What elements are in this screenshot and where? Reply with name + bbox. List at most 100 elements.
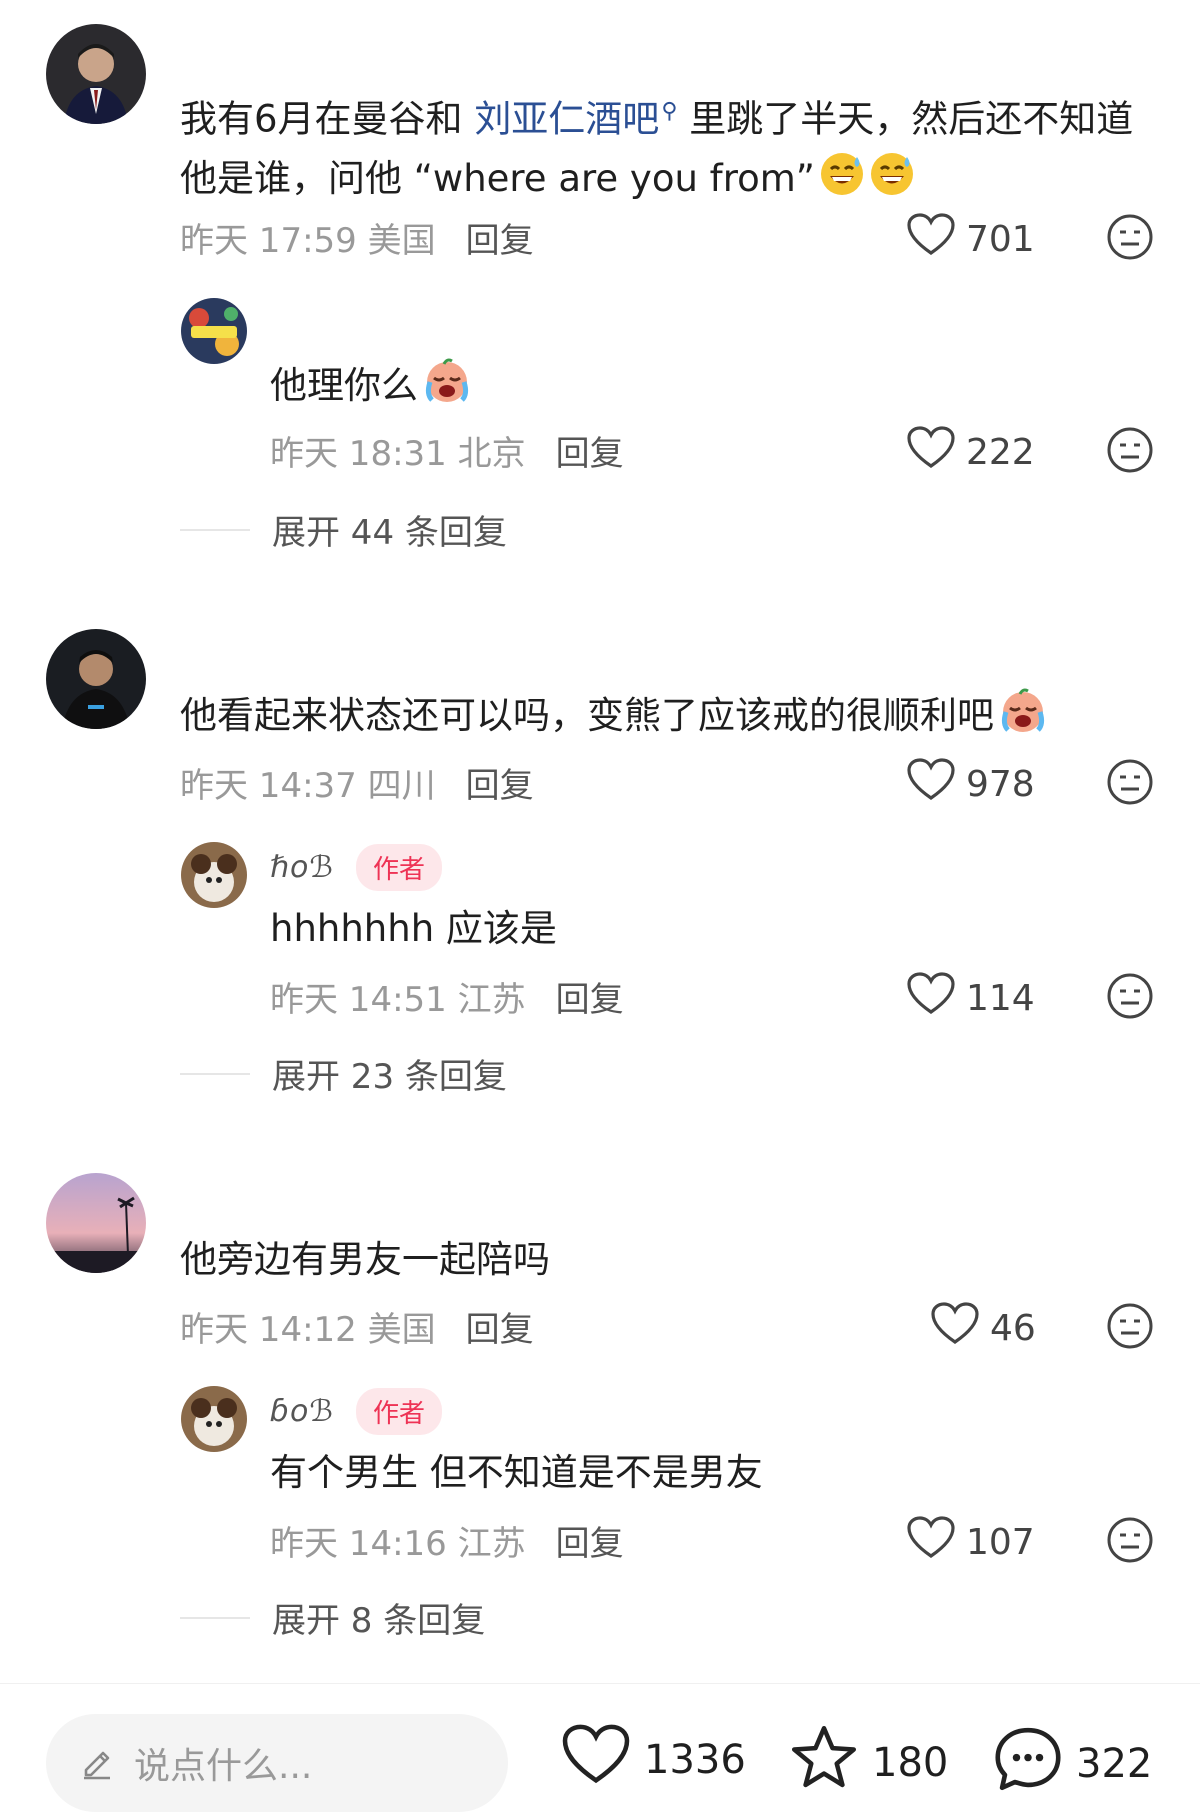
comment-text: 他看起来状态还可以吗，变熊了应该戒的很顺利吧 [180,686,1160,752]
post-comment-button[interactable]: 322 [992,1724,1152,1804]
like-button[interactable]: 46 [930,1302,1036,1355]
heart-icon [906,758,956,811]
reply-text-content: 他理你么 [270,364,418,407]
heart-icon [906,972,956,1025]
like-button[interactable]: 978 [906,758,1035,811]
avatar[interactable] [46,1173,146,1273]
reply-text: 他理你么 [270,356,472,422]
comment-text-content: 他旁边有男友一起陪吗 [180,1238,550,1281]
comment-text: 我有6月在曼谷和 刘亚仁酒吧⚲ 里跳了半天，然后还不知道他是谁，问他 “wher… [180,82,1160,215]
dislike-icon[interactable] [1106,758,1154,806]
reply-text: 有个男生 但不知道是不是男友 [270,1443,763,1503]
like-count: 701 [966,219,1035,260]
reply-text-content: 有个男生 但不知道是不是男友 [270,1451,763,1494]
crying-emoji-icon [422,358,472,422]
like-count: 222 [966,432,1035,473]
author-name[interactable]: ℏoℬ [270,850,334,885]
heart-icon [906,1516,956,1569]
star-icon [788,1724,860,1802]
post-comment-count: 322 [1076,1741,1153,1787]
like-count: 978 [966,764,1035,805]
reply-location: 江苏 [457,980,526,1020]
like-count: 114 [966,978,1035,1019]
expand-replies-button[interactable]: 展开 23 条回复 [180,1049,507,1098]
comment-text-pre: 我有6月在曼谷和 [180,97,475,141]
crying-emoji-icon [998,688,1048,752]
avatar[interactable] [181,1386,247,1452]
sweat-smile-emoji-icon [869,151,915,215]
comment-input[interactable]: 说点什么... [46,1714,508,1812]
comment-location: 美国 [367,1310,436,1350]
post-favorite-count: 180 [872,1740,949,1786]
post-like-button[interactable]: 1336 [560,1724,746,1796]
expand-replies-label: 展开 8 条回复 [272,1601,486,1641]
bottom-bar: 说点什么... 1336 180 322 [0,1683,1200,1813]
expand-replies-button[interactable]: 展开 44 条回复 [180,505,507,554]
reply-button[interactable]: 回复 [556,1516,624,1565]
like-button[interactable]: 701 [906,213,1035,266]
expand-replies-label: 展开 23 条回复 [272,1057,507,1097]
author-badge: 作者 [355,844,442,891]
reply-meta: 昨天 18:31 北京 回复 [270,426,624,475]
comment-time: 昨天 17:59 [180,221,357,261]
dislike-icon[interactable] [1106,213,1154,261]
heart-icon [560,1724,632,1796]
reply-meta: 昨天 14:51 江苏 回复 [270,972,624,1021]
post-favorite-button[interactable]: 180 [788,1724,948,1802]
comment-time: 昨天 14:37 [180,766,357,806]
comment-time: 昨天 14:12 [180,1310,357,1350]
reply-time: 昨天 14:51 [270,980,447,1020]
reply-button[interactable]: 回复 [556,972,624,1021]
sweat-smile-emoji-icon [819,151,865,215]
reply-text-content: hhhhhhh 应该是 [270,907,557,950]
author-name[interactable]: ɓoℬ [270,1394,334,1429]
comment-input-placeholder: 说点什么... [134,1746,313,1787]
like-count: 107 [966,1522,1035,1563]
comment-text-content: 他看起来状态还可以吗，变熊了应该戒的很顺利吧 [180,694,994,737]
comment-meta: 昨天 14:37 四川 回复 [180,758,534,807]
comment-bubble-icon [992,1724,1064,1804]
comment-meta: 昨天 17:59 美国 回复 [180,213,534,262]
pencil-icon [78,1742,116,1784]
reply-button[interactable]: 回复 [466,1302,534,1351]
comment-meta: 昨天 14:12 美国 回复 [180,1302,534,1351]
reply-text: hhhhhhh 应该是 [270,899,557,959]
avatar[interactable] [46,629,146,729]
dislike-icon[interactable] [1106,972,1154,1020]
heart-icon [930,1302,980,1355]
like-button[interactable]: 222 [906,426,1035,479]
reply-button[interactable]: 回复 [466,758,534,807]
reply-location: 江苏 [457,1524,526,1564]
dislike-icon[interactable] [1106,1302,1154,1350]
comment-text: 他旁边有男友一起陪吗 [180,1230,1160,1290]
avatar[interactable] [181,298,247,364]
reply-time: 昨天 18:31 [270,434,447,474]
post-like-count: 1336 [644,1737,746,1783]
dislike-icon[interactable] [1106,1516,1154,1564]
reply-button[interactable]: 回复 [466,213,534,262]
avatar[interactable] [46,24,146,124]
dislike-icon[interactable] [1106,426,1154,474]
heart-icon [906,213,956,266]
reply-location: 北京 [457,434,526,474]
divider [180,528,250,531]
reply-author-row: ɓoℬ 作者 [270,1388,442,1435]
divider [180,1072,250,1075]
avatar[interactable] [181,842,247,908]
reply-author-row: ℏoℬ 作者 [270,844,442,891]
author-badge: 作者 [355,1388,442,1435]
heart-icon [906,426,956,479]
like-button[interactable]: 114 [906,972,1035,1025]
search-icon[interactable]: ⚲ [661,99,677,124]
expand-replies-label: 展开 44 条回复 [272,513,507,553]
divider [180,1616,250,1619]
reply-button[interactable]: 回复 [556,426,624,475]
comment-location: 四川 [367,766,436,806]
reply-meta: 昨天 14:16 江苏 回复 [270,1516,624,1565]
like-count: 46 [990,1308,1036,1349]
expand-replies-button[interactable]: 展开 8 条回复 [180,1593,485,1642]
comment-location: 美国 [367,221,436,261]
search-link[interactable]: 刘亚仁酒吧 [474,97,659,140]
like-button[interactable]: 107 [906,1516,1035,1569]
reply-time: 昨天 14:16 [270,1524,447,1564]
